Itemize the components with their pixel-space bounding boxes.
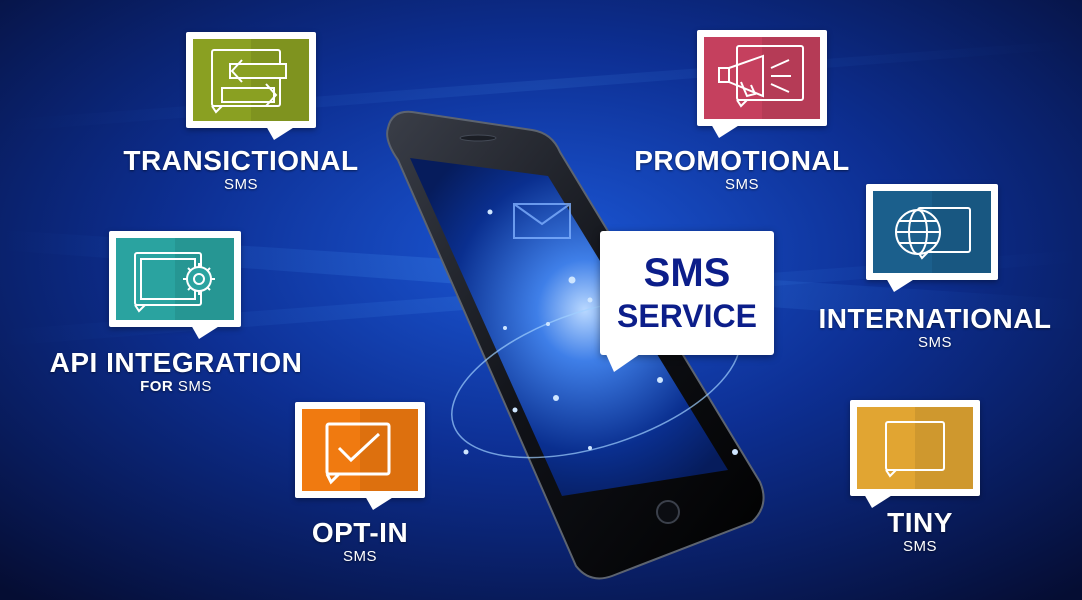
speech-tail [886,278,916,292]
feature-tile-tiny[interactable] [850,400,980,508]
feature-title: OPT-IN [311,517,409,548]
feature-tile-international[interactable] [866,184,998,292]
feature-tile-transactional[interactable] [186,32,316,140]
transfer-arrows-icon [211,49,287,114]
callout-tail [606,354,640,372]
feature-label-transactional: TRANSICTIONAL SMS [96,146,386,194]
megaphone-icon [718,45,804,108]
feature-title: API INTEGRATION [49,347,303,378]
feature-label-opt-in: OPT-IN SMS [260,518,460,566]
feature-title: TINY [887,507,953,538]
feature-subtitle: SMS [342,548,377,565]
feature-label-international: INTERNATIONAL SMS [798,304,1072,352]
feature-subtitle: SMS [177,378,212,395]
globe-icon [895,207,971,260]
feature-subtitle-group: FOR SMS [26,378,326,396]
feature-label-api-integration: API INTEGRATION FOR SMS [26,348,326,396]
feature-tile-api-integration[interactable] [109,231,241,339]
speech-tail [711,124,741,138]
feature-label-tiny: TINY SMS [820,508,1020,556]
feature-label-promotional: PROMOTIONAL SMS [612,146,872,194]
feature-title: TRANSICTIONAL [123,145,359,176]
speech-tail [191,325,221,339]
feature-subtitle: SMS [223,176,258,193]
api-gear-icon [134,252,215,313]
feature-subtitle: SMS [917,334,952,351]
sms-service-callout: SMS SERVICE [600,231,774,355]
speech-tail [365,496,395,510]
feature-tile-opt-in[interactable] [295,402,425,510]
center-title-line2: SERVICE [617,298,757,334]
feature-title: INTERNATIONAL [818,303,1052,334]
speech-tail [864,494,894,508]
feature-tile-promotional[interactable] [697,30,827,138]
feature-subtitle-prefix: FOR [140,378,174,395]
feature-subtitle: SMS [902,538,937,555]
checkmark-icon [325,422,391,485]
speech-tail [266,126,296,140]
feature-title: PROMOTIONAL [634,145,850,176]
center-title-line1: SMS [643,251,731,295]
chat-bubble-icon [885,421,945,478]
feature-subtitle: SMS [724,176,759,193]
